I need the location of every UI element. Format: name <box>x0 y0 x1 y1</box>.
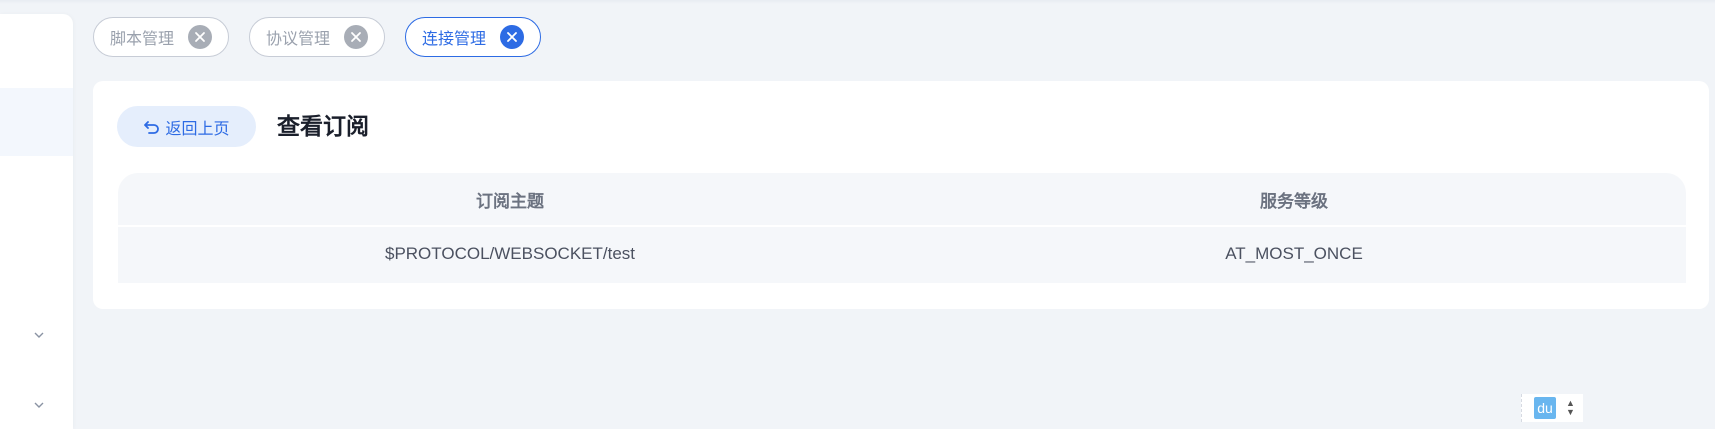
table-header: 订阅主题 服务等级 <box>118 173 1686 227</box>
back-button-label: 返回上页 <box>165 120 230 138</box>
tab-script-management[interactable]: 脚本管理 <box>93 17 230 57</box>
spinner-arrows-icon[interactable]: ▲ ▼ <box>1566 398 1576 418</box>
table-row[interactable]: $PROTOCOL/WEBSOCKET/test AT_MOST_ONCE <box>118 227 1686 281</box>
subscription-table: 订阅主题 服务等级 $PROTOCOL/WEBSOCKET/test AT_MO… <box>118 173 1686 283</box>
sidebar <box>0 14 73 429</box>
tab-connection-management[interactable]: 连接管理 <box>405 17 542 57</box>
column-header-topic: 订阅主题 <box>476 191 544 211</box>
tab-bar: 脚本管理 协议管理 连接管理 <box>93 17 542 57</box>
column-header-qos: 服务等级 <box>1260 191 1328 211</box>
chevron-down-icon[interactable] <box>33 399 45 411</box>
close-icon[interactable] <box>188 25 213 49</box>
page-title: 查看订阅 <box>277 113 369 139</box>
cell-qos: AT_MOST_ONCE <box>1225 244 1363 263</box>
tab-protocol-management[interactable]: 协议管理 <box>249 17 386 57</box>
sidebar-item-active[interactable] <box>0 88 73 156</box>
topbar-shadow <box>0 0 1715 4</box>
ime-widget[interactable]: du ▲ ▼ <box>1521 394 1583 422</box>
tab-label: 连接管理 <box>422 31 487 48</box>
content-card: 返回上页 查看订阅 订阅主题 服务等级 $PROTOCOL/WEBSOCKET/… <box>93 81 1709 309</box>
close-icon[interactable] <box>500 25 525 49</box>
tab-label: 脚本管理 <box>110 31 175 48</box>
back-button[interactable]: 返回上页 <box>117 106 256 147</box>
tab-label: 协议管理 <box>266 31 331 48</box>
close-icon[interactable] <box>344 25 369 49</box>
ime-logo: du <box>1534 397 1556 419</box>
chevron-down-icon[interactable] <box>33 329 45 341</box>
return-arrow-icon <box>143 118 161 136</box>
cell-topic: $PROTOCOL/WEBSOCKET/test <box>384 244 636 263</box>
